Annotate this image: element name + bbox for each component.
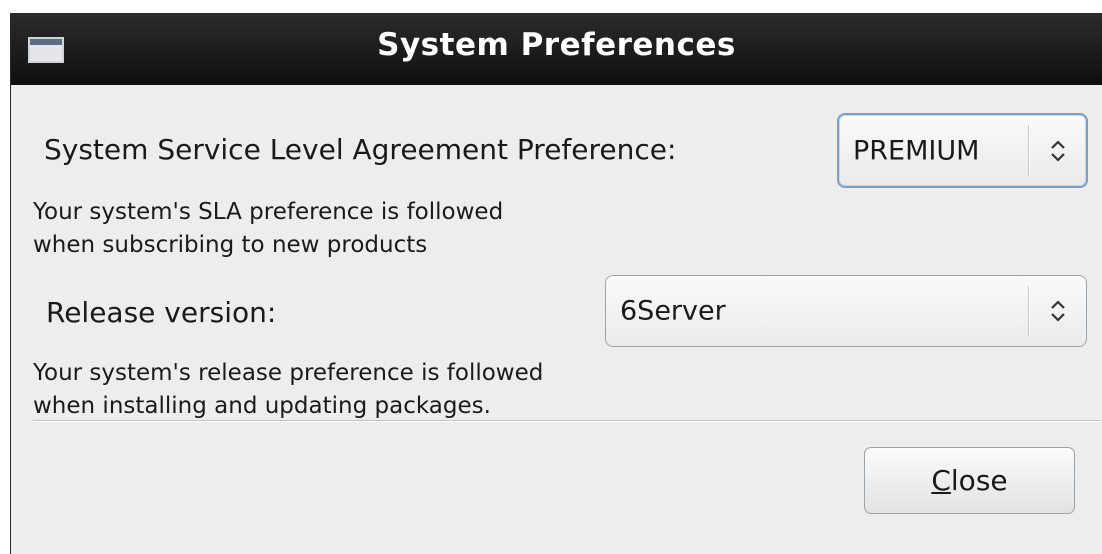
sla-preference-combo[interactable]: PREMIUM	[837, 113, 1088, 188]
release-hint-line: when installing and updating packages.	[33, 393, 491, 419]
combo-separator	[1028, 125, 1030, 176]
close-label: lose	[950, 464, 1008, 497]
sla-selected-value: PREMIUM	[853, 135, 980, 166]
release-hint-text: Your system's release preference is foll…	[33, 357, 543, 423]
separator	[33, 420, 1101, 422]
window-title: System Preferences	[377, 27, 736, 63]
release-selected-value: 6Server	[620, 295, 726, 327]
up-down-arrows-icon	[1051, 300, 1065, 322]
close-mnemonic: C	[931, 464, 951, 497]
sla-preference-label: System Service Level Agreement Preferenc…	[44, 133, 677, 166]
close-button[interactable]: Close	[864, 447, 1075, 514]
release-version-combo[interactable]: 6Server	[605, 275, 1087, 347]
combo-separator	[1028, 286, 1030, 336]
release-version-label: Release version:	[46, 296, 277, 329]
system-preferences-dialog: System Preferences System Service Level …	[10, 13, 1102, 554]
sla-hint-text: Your system's SLA preference is followed…	[33, 196, 503, 262]
title-bar[interactable]: System Preferences	[11, 13, 1102, 85]
release-hint-line: Your system's release preference is foll…	[33, 360, 544, 386]
sla-hint-line: when subscribing to new products	[33, 232, 428, 258]
up-down-arrows-icon	[1051, 139, 1065, 162]
sla-hint-line: Your system's SLA preference is followed	[33, 199, 504, 225]
